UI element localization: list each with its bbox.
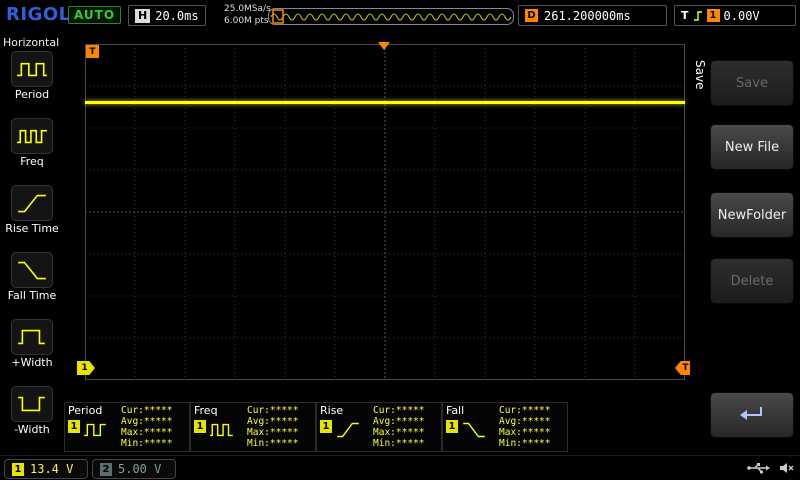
trigger-source-badge: 1 — [707, 9, 720, 22]
delay-value: 261.200000ms — [544, 9, 631, 23]
top-status-bar: RIGOL AUTO H 20.0ms 25.0MSa/s 6.00M pts … — [0, 0, 800, 33]
fall-time-icon — [16, 258, 48, 282]
measurement-panel-rise: Rise 1 Cur:***** Avg:***** Max:***** Min… — [316, 402, 442, 452]
fall-wave-icon — [461, 420, 487, 440]
rise-time-icon — [16, 191, 48, 215]
channel2-scale: 5.00 V — [118, 462, 161, 476]
measure-avg: Avg:***** — [373, 416, 424, 427]
rise-wave-icon — [335, 420, 361, 440]
display-area: T 1 T Period 1 Cur:***** Avg:***** Max:*… — [64, 32, 690, 455]
waveform-memory-preview[interactable] — [268, 8, 514, 25]
sample-rate: 25.0MSa/s — [224, 3, 271, 15]
measure-min: Min:***** — [373, 438, 424, 449]
measure-cur: Cur:***** — [121, 405, 172, 416]
channel1-trace — [85, 101, 685, 104]
measurement-panel-freq: Freq 1 Cur:***** Avg:***** Max:***** Min… — [190, 402, 316, 452]
period-icon — [16, 57, 48, 81]
trigger-position-icon[interactable] — [378, 42, 390, 50]
t-label: T — [681, 9, 689, 22]
sidebar-item-rise-time[interactable]: Rise Time — [0, 185, 64, 250]
measure-min: Min:***** — [247, 438, 298, 449]
save-button[interactable]: Save — [710, 60, 794, 106]
measurement-bar: Period 1 Cur:***** Avg:***** Max:***** M… — [64, 402, 690, 452]
measure-avg: Avg:***** — [499, 416, 550, 427]
measure-sidebar: Horizontal Period Freq Rise Time Fall Ti… — [0, 32, 64, 455]
bottom-status-bar: 1 13.4 V 2 5.00 V — [0, 455, 800, 480]
channel2-status[interactable]: 2 5.00 V — [92, 459, 176, 479]
sidebar-item-label: Freq — [0, 155, 64, 168]
channel2-badge: 2 — [100, 463, 112, 476]
new-folder-button[interactable]: NewFolder — [710, 192, 794, 238]
trigger-group[interactable]: T 1 0.00V — [674, 5, 796, 26]
system-tray — [746, 461, 794, 475]
d-label: D — [525, 9, 538, 22]
trigger-corner-marker: T — [86, 45, 99, 58]
measure-max: Max:***** — [499, 427, 550, 438]
enter-button[interactable] — [710, 392, 794, 438]
freq-wave-icon — [209, 420, 235, 440]
measure-max: Max:***** — [121, 427, 172, 438]
sidebar-item-label: Rise Time — [0, 222, 64, 235]
measurement-panel-period: Period 1 Cur:***** Avg:***** Max:***** M… — [64, 402, 190, 452]
channel1-status[interactable]: 1 13.4 V — [4, 459, 88, 479]
grid — [85, 44, 685, 380]
sidebar-title: Horizontal — [3, 36, 64, 49]
new-file-button[interactable]: New File — [710, 124, 794, 170]
sidebar-item-minus-width[interactable]: -Width — [0, 386, 64, 451]
timebase-value: 20.0ms — [155, 9, 198, 23]
preview-sine-icon — [269, 9, 513, 24]
oscilloscope-screen: RIGOL AUTO H 20.0ms 25.0MSa/s 6.00M pts … — [0, 0, 800, 480]
preview-window-indicator — [273, 10, 283, 23]
return-arrow-icon — [737, 404, 767, 426]
sidebar-item-label: Period — [0, 88, 64, 101]
freq-icon — [16, 124, 48, 148]
softkey-menu: Save Save New File NewFolder Delete — [690, 32, 800, 455]
sidebar-item-freq[interactable]: Freq — [0, 118, 64, 183]
graticule: T 1 T — [85, 44, 685, 380]
speaker-muted-icon[interactable] — [778, 461, 794, 475]
sidebar-item-label: -Width — [0, 423, 64, 436]
channel1-badge: 1 — [12, 463, 24, 476]
measure-avg: Avg:***** — [121, 416, 172, 427]
menu-tab-save: Save — [693, 60, 707, 89]
sidebar-item-fall-time[interactable]: Fall Time — [0, 252, 64, 317]
channel-badge: 1 — [320, 420, 332, 433]
trigger-level-value: 0.00V — [724, 9, 760, 23]
measure-max: Max:***** — [373, 427, 424, 438]
measure-avg: Avg:***** — [247, 416, 298, 427]
channel1-scale: 13.4 V — [30, 462, 73, 476]
measure-min: Min:***** — [121, 438, 172, 449]
usb-icon — [746, 461, 770, 475]
h-label: H — [135, 9, 150, 23]
acquisition-info: 25.0MSa/s 6.00M pts — [224, 3, 271, 27]
measure-min: Min:***** — [499, 438, 550, 449]
plus-width-icon — [16, 325, 48, 349]
sidebar-item-plus-width[interactable]: +Width — [0, 319, 64, 384]
sidebar-item-period[interactable]: Period — [0, 51, 64, 116]
channel-badge: 1 — [194, 420, 206, 433]
memory-depth: 6.00M pts — [224, 15, 271, 27]
minus-width-icon — [16, 392, 48, 416]
horizontal-timebase-group[interactable]: H 20.0ms — [128, 5, 206, 26]
rising-edge-icon — [693, 10, 703, 22]
sidebar-item-label: Fall Time — [0, 289, 64, 302]
sidebar-item-label: +Width — [0, 356, 64, 369]
delete-button[interactable]: Delete — [710, 258, 794, 304]
measure-max: Max:***** — [247, 427, 298, 438]
run-status-badge: AUTO — [68, 6, 121, 24]
measure-cur: Cur:***** — [373, 405, 424, 416]
channel-badge: 1 — [446, 420, 458, 433]
measure-cur: Cur:***** — [247, 405, 298, 416]
channel-badge: 1 — [68, 420, 80, 433]
period-wave-icon — [83, 420, 109, 440]
measure-cur: Cur:***** — [499, 405, 550, 416]
delay-group: D 261.200000ms — [518, 5, 667, 26]
rigol-logo: RIGOL — [6, 4, 71, 25]
measurement-panel-fall: Fall 1 Cur:***** Avg:***** Max:***** Min… — [442, 402, 568, 452]
